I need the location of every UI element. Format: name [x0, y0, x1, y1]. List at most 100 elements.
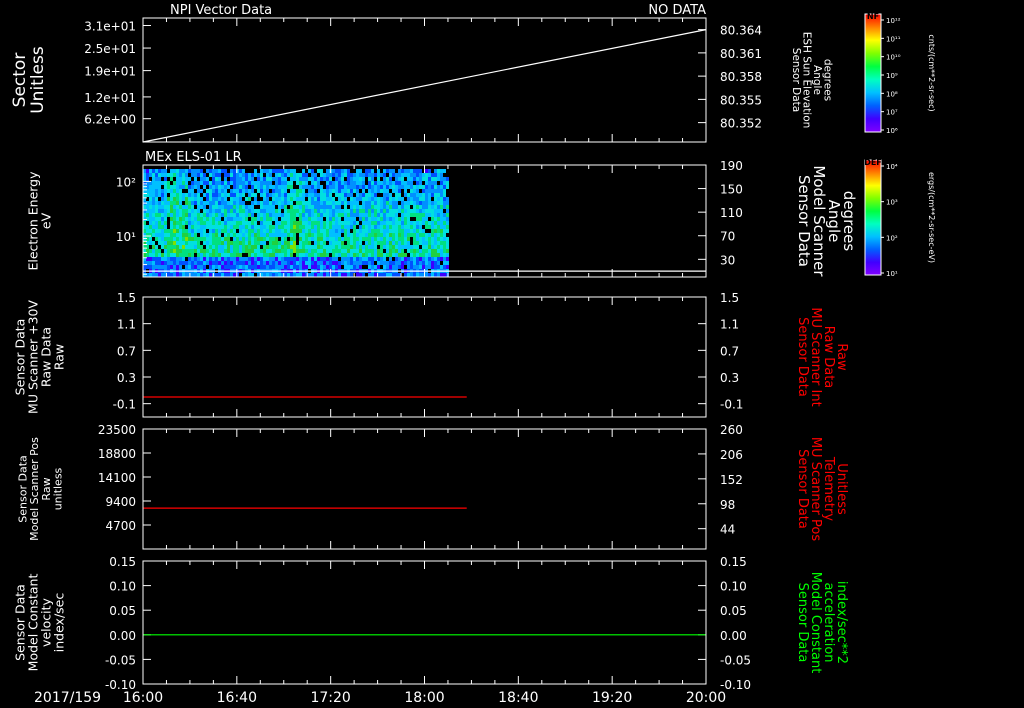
spectrogram-cell: [155, 237, 158, 241]
spectrogram-cell: [437, 213, 440, 217]
spectrogram-cell: [248, 169, 251, 173]
spectrogram-cell: [173, 181, 176, 185]
spectrogram-cell: [368, 205, 371, 209]
spectrogram-cell: [371, 197, 374, 201]
spectrogram-cell: [392, 205, 395, 209]
def-colorbar: [864, 159, 882, 276]
spectrogram-cell: [398, 265, 401, 269]
spectrogram-cell: [308, 185, 311, 189]
spectrogram-cell: [212, 221, 215, 225]
spectrogram-cell: [338, 237, 341, 241]
spectrogram-cell: [251, 213, 254, 217]
spectrogram-cell: [233, 241, 236, 245]
spectrogram-cell: [227, 185, 230, 189]
spectrogram-cell: [251, 225, 254, 229]
spectrogram-cell: [176, 169, 179, 173]
spectrogram-cell: [179, 197, 182, 201]
spectrogram-cell: [416, 201, 419, 205]
spectrogram-cell: [341, 261, 344, 265]
spectrogram-cell: [431, 265, 434, 269]
spectrogram-cell: [323, 245, 326, 249]
spectrogram-cell: [209, 249, 212, 253]
spectrogram-cell: [443, 169, 446, 173]
spectrogram-cell: [221, 261, 224, 265]
spectrogram-cell: [290, 201, 293, 205]
spectrogram-cell: [233, 201, 236, 205]
spectrogram-cell: [362, 261, 365, 265]
spectrogram-cell: [182, 237, 185, 241]
spectrogram-cell: [359, 169, 362, 173]
spectrogram-cell: [281, 197, 284, 201]
spectrogram-cell: [170, 169, 173, 173]
spectrogram-cell: [317, 189, 320, 193]
spectrogram-cell: [245, 265, 248, 269]
spectrogram-cell: [350, 217, 353, 221]
spectrogram-cell: [194, 237, 197, 241]
spectrogram-cell: [284, 233, 287, 237]
spectrogram-cell: [308, 205, 311, 209]
spectrogram-cell: [290, 197, 293, 201]
spectrogram-cell: [359, 181, 362, 185]
spectrogram-cell: [299, 197, 302, 201]
spectrogram-cell: [254, 225, 257, 229]
spectrogram-cell: [242, 265, 245, 269]
spectrogram-cell: [254, 237, 257, 241]
spectrogram-cell: [197, 193, 200, 197]
spectrogram-cell: [164, 201, 167, 205]
spectrogram-cell: [446, 169, 449, 173]
spectrogram-cell: [155, 177, 158, 181]
spectrogram-cell: [173, 189, 176, 193]
spectrogram-cell: [158, 249, 161, 253]
spectrogram-cell: [149, 221, 152, 225]
spectrogram-cell: [356, 233, 359, 237]
spectrogram-cell: [305, 237, 308, 241]
spectrogram-cell: [299, 253, 302, 257]
spectrogram-cell: [206, 193, 209, 197]
spectrogram-cell: [368, 221, 371, 225]
spectrogram-cell: [203, 237, 206, 241]
spectrogram-cell: [440, 209, 443, 213]
spectrogram-cell: [209, 237, 212, 241]
spectrogram-cell: [362, 185, 365, 189]
spectrogram-cell: [443, 273, 446, 277]
spectrogram-cell: [341, 177, 344, 181]
spectrogram-cell: [428, 209, 431, 213]
spectrogram-cell: [380, 245, 383, 249]
spectrogram-cell: [155, 217, 158, 221]
spectrogram-cell: [299, 209, 302, 213]
spectrogram-cell: [416, 169, 419, 173]
spectrogram-cell: [182, 241, 185, 245]
spectrogram-cell: [302, 189, 305, 193]
spectrogram-cell: [326, 217, 329, 221]
spectrogram-cell: [188, 205, 191, 209]
spectrogram-cell: [353, 265, 356, 269]
spectrogram-cell: [179, 221, 182, 225]
spectrogram-cell: [320, 273, 323, 277]
spectrogram-cell: [197, 237, 200, 241]
spectrogram-cell: [347, 241, 350, 245]
spectrogram-cell: [365, 193, 368, 197]
spectrogram-cell: [428, 169, 431, 173]
spectrogram-cell: [398, 173, 401, 177]
spectrogram-cell: [404, 185, 407, 189]
spectrogram-cell: [164, 173, 167, 177]
spectrogram-cell: [179, 241, 182, 245]
spectrogram-cell: [251, 185, 254, 189]
spectrogram-cell: [365, 265, 368, 269]
spectrogram-cell: [266, 257, 269, 261]
spectrogram-cell: [380, 261, 383, 265]
spectrogram-cell: [383, 221, 386, 225]
spectrogram-cell: [239, 245, 242, 249]
spectrogram-cell: [215, 233, 218, 237]
spectrogram-cell: [161, 265, 164, 269]
spectrogram-cell: [227, 189, 230, 193]
spectrogram-cell: [398, 185, 401, 189]
spectrogram-cell: [329, 213, 332, 217]
plot-title-right: NO DATA: [648, 3, 706, 18]
spectrogram-cell: [305, 257, 308, 261]
spectrogram-cell: [197, 241, 200, 245]
spectrogram-cell: [326, 185, 329, 189]
spectrogram-cell: [320, 241, 323, 245]
spectrogram-cell: [263, 193, 266, 197]
right-tick-label: -0.1: [720, 398, 743, 412]
